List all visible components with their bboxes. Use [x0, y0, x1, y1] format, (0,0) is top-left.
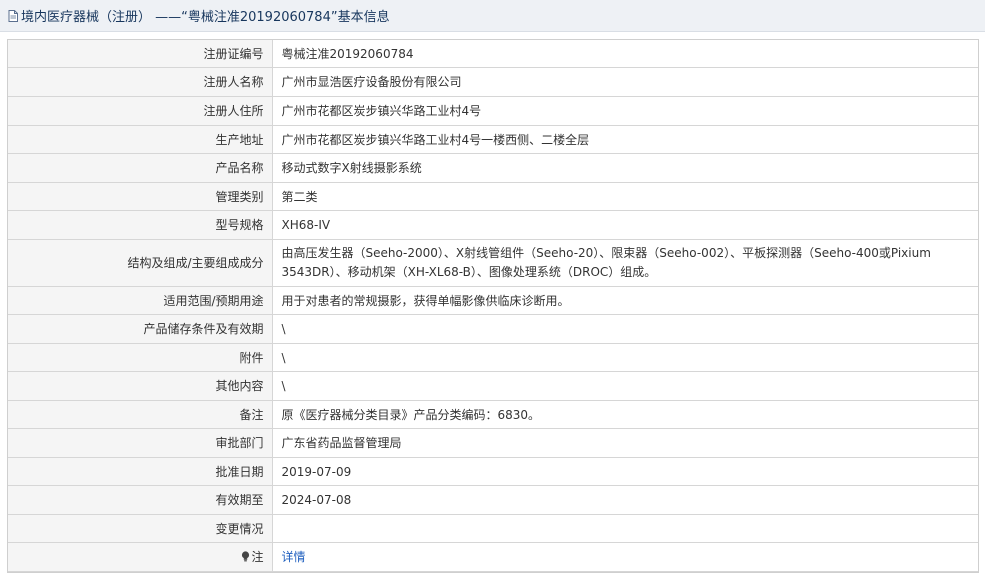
- table-row: 附件 \: [8, 343, 978, 372]
- lightbulb-icon: [241, 549, 250, 562]
- table-row: 注册人住所 广州市花都区炭步镇兴华路工业村4号: [8, 96, 978, 126]
- row-label: 变更情况: [8, 514, 273, 543]
- table-row: 注 详情: [8, 542, 978, 572]
- table-row: 适用范围/预期用途 用于对患者的常规摄影，获得单幅影像供临床诊断用。: [8, 286, 978, 315]
- row-label: 批准日期: [8, 457, 273, 486]
- row-label: 生产地址: [8, 125, 273, 154]
- row-value: 用于对患者的常规摄影，获得单幅影像供临床诊断用。: [272, 286, 978, 315]
- row-label: 注册证编号: [8, 40, 273, 68]
- table-row: 有效期至 2024-07-08: [8, 485, 978, 515]
- table-row: 生产地址 广州市花都区炭步镇兴华路工业村4号一楼西侧、二楼全层: [8, 125, 978, 154]
- table-row: 产品名称 移动式数字X射线摄影系统: [8, 153, 978, 183]
- row-label: 结构及组成/主要组成成分: [8, 239, 273, 287]
- row-value: 详情: [272, 542, 978, 572]
- page-header: 境内医疗器械（注册） ——“粤械注准20192060784”基本信息: [0, 0, 985, 32]
- table-row: 管理类别 第二类: [8, 182, 978, 211]
- row-value: 广州市花都区炭步镇兴华路工业村4号: [272, 96, 978, 126]
- row-label: 附件: [8, 343, 273, 372]
- row-label: 审批部门: [8, 428, 273, 458]
- row-label: 其他内容: [8, 371, 273, 401]
- note-label: 注: [251, 550, 264, 564]
- row-label: 型号规格: [8, 210, 273, 240]
- row-value: 原《医疗器械分类目录》产品分类编码：6830。: [272, 400, 978, 429]
- table-row: 变更情况: [8, 514, 978, 543]
- row-value: 广州市显浩医疗设备股份有限公司: [272, 67, 978, 97]
- row-value: 广州市花都区炭步镇兴华路工业村4号一楼西侧、二楼全层: [272, 125, 978, 154]
- table-row: 型号规格 XH68-IV: [8, 210, 978, 240]
- row-value: XH68-IV: [272, 210, 978, 240]
- page-title: 境内医疗器械（注册） ——“粤械注准20192060784”基本信息: [21, 10, 390, 25]
- row-label: 备注: [8, 400, 273, 429]
- composition-text: 由高压发生器（Seeho-2000）、X射线管组件（Seeho-20）、限束器（…: [281, 246, 931, 279]
- row-value: \: [272, 343, 978, 372]
- table-row: 其他内容 \: [8, 371, 978, 401]
- table-row: 注册证编号 粤械注准20192060784: [8, 40, 978, 68]
- row-value: [272, 514, 978, 543]
- row-value: 第二类: [272, 182, 978, 211]
- document-icon: [8, 9, 18, 22]
- row-label: 注册人住所: [8, 96, 273, 126]
- row-label: 注册人名称: [8, 67, 273, 97]
- details-link[interactable]: 详情: [282, 550, 306, 564]
- table-row: 结构及组成/主要组成成分 由高压发生器（Seeho-2000）、X射线管组件（S…: [8, 239, 978, 287]
- row-label: 产品名称: [8, 153, 273, 183]
- row-label-note: 注: [8, 542, 273, 572]
- table-row: 产品储存条件及有效期 \: [8, 314, 978, 344]
- row-value: 广东省药品监督管理局: [272, 428, 978, 458]
- table-row: 备注 原《医疗器械分类目录》产品分类编码：6830。: [8, 400, 978, 429]
- row-value: 移动式数字X射线摄影系统: [272, 153, 978, 183]
- row-value: 2024-07-08: [272, 485, 978, 515]
- row-label: 有效期至: [8, 485, 273, 515]
- table-row: 批准日期 2019-07-09: [8, 457, 978, 486]
- row-label: 管理类别: [8, 182, 273, 211]
- row-label: 产品储存条件及有效期: [8, 314, 273, 344]
- info-table: 注册证编号 粤械注准20192060784 注册人名称 广州市显浩医疗设备股份有…: [8, 40, 978, 572]
- info-table-frame: 注册证编号 粤械注准20192060784 注册人名称 广州市显浩医疗设备股份有…: [7, 39, 979, 573]
- row-value: \: [272, 314, 978, 344]
- row-value: \: [272, 371, 978, 401]
- row-label: 适用范围/预期用途: [8, 286, 273, 315]
- table-row: 审批部门 广东省药品监督管理局: [8, 428, 978, 458]
- row-value: 由高压发生器（Seeho-2000）、X射线管组件（Seeho-20）、限束器（…: [272, 239, 978, 287]
- table-row: 注册人名称 广州市显浩医疗设备股份有限公司: [8, 67, 978, 97]
- row-value: 粤械注准20192060784: [272, 40, 978, 68]
- row-value: 2019-07-09: [272, 457, 978, 486]
